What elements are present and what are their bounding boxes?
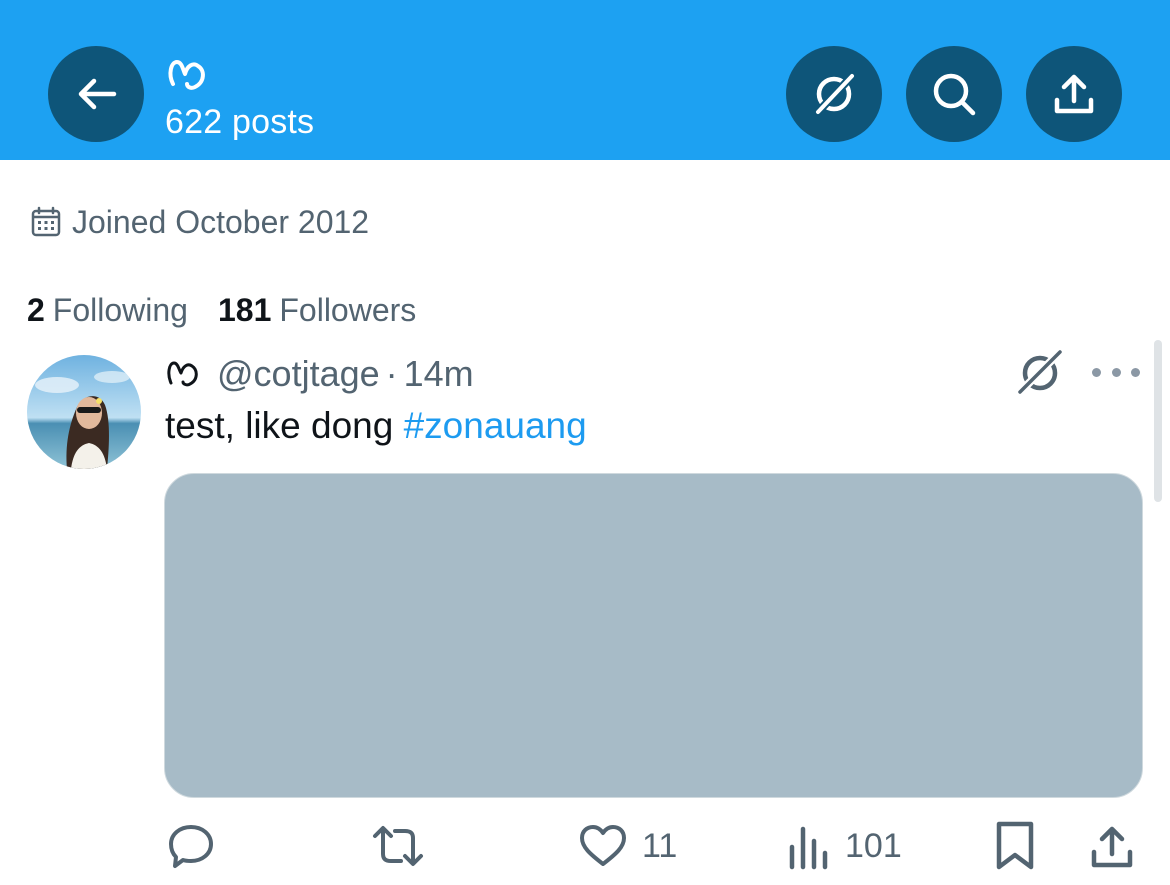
joined-label: Joined October 2012	[72, 204, 370, 240]
tweet-separator: ·	[385, 353, 398, 394]
follow-counts: 2 Following 181 Followers	[27, 290, 446, 330]
retweet-button[interactable]	[370, 820, 426, 872]
more-dot	[1092, 367, 1101, 377]
profile-header: 622 posts	[0, 0, 1170, 160]
views-button[interactable]: 101	[787, 820, 902, 872]
more-icon[interactable]	[1092, 360, 1140, 384]
grok-icon[interactable]	[1014, 348, 1066, 396]
tweet-header: @cotjtage · 14m	[165, 352, 474, 396]
like-count: 11	[642, 826, 678, 865]
retweet-icon	[373, 826, 423, 866]
followers-label: Followers	[279, 292, 417, 328]
tweet-handle[interactable]: @cotjtage	[217, 352, 380, 396]
grok-button[interactable]	[786, 46, 882, 142]
reply-button[interactable]	[166, 820, 216, 872]
scrollbar[interactable]	[1154, 340, 1162, 502]
heart-icon	[580, 825, 626, 866]
tweet-time[interactable]: 14m	[404, 352, 474, 396]
search-icon	[933, 73, 976, 116]
calendar-icon	[31, 206, 61, 237]
like-button[interactable]: 11	[578, 820, 677, 872]
following-label: Following	[52, 292, 188, 328]
grok-icon	[814, 72, 856, 116]
followers-link[interactable]: 181 Followers	[218, 290, 416, 330]
post-count: 622 posts	[165, 103, 315, 141]
display-name-icon	[167, 361, 198, 387]
views-icon	[789, 826, 828, 870]
following-count: 2	[27, 292, 45, 328]
tweet-media[interactable]	[164, 473, 1143, 798]
avatar[interactable]	[27, 355, 141, 469]
search-button[interactable]	[906, 46, 1002, 142]
bookmark-icon	[996, 821, 1034, 870]
views-count: 101	[845, 826, 902, 865]
followers-count: 181	[217, 292, 272, 328]
share-tweet-button[interactable]	[1088, 820, 1136, 872]
joined-date: Joined October 2012	[30, 202, 369, 242]
share-profile-button[interactable]	[1026, 46, 1122, 142]
display-name-icon	[168, 60, 205, 90]
following-link[interactable]: 2 Following	[27, 290, 188, 330]
share-icon	[1091, 826, 1133, 868]
arrow-left-icon	[78, 78, 117, 110]
share-icon	[1054, 74, 1094, 114]
reply-icon	[169, 825, 213, 868]
more-dot	[1131, 367, 1140, 377]
more-dot	[1111, 367, 1121, 377]
hashtag-link[interactable]: #zonauang	[404, 405, 587, 446]
tweet-body: test, like dong	[165, 405, 394, 446]
avatar-photo	[27, 355, 141, 469]
bookmark-button[interactable]	[995, 820, 1035, 872]
back-button[interactable]	[48, 46, 144, 142]
tweet-text: test, like dong #zonauang	[165, 403, 587, 449]
